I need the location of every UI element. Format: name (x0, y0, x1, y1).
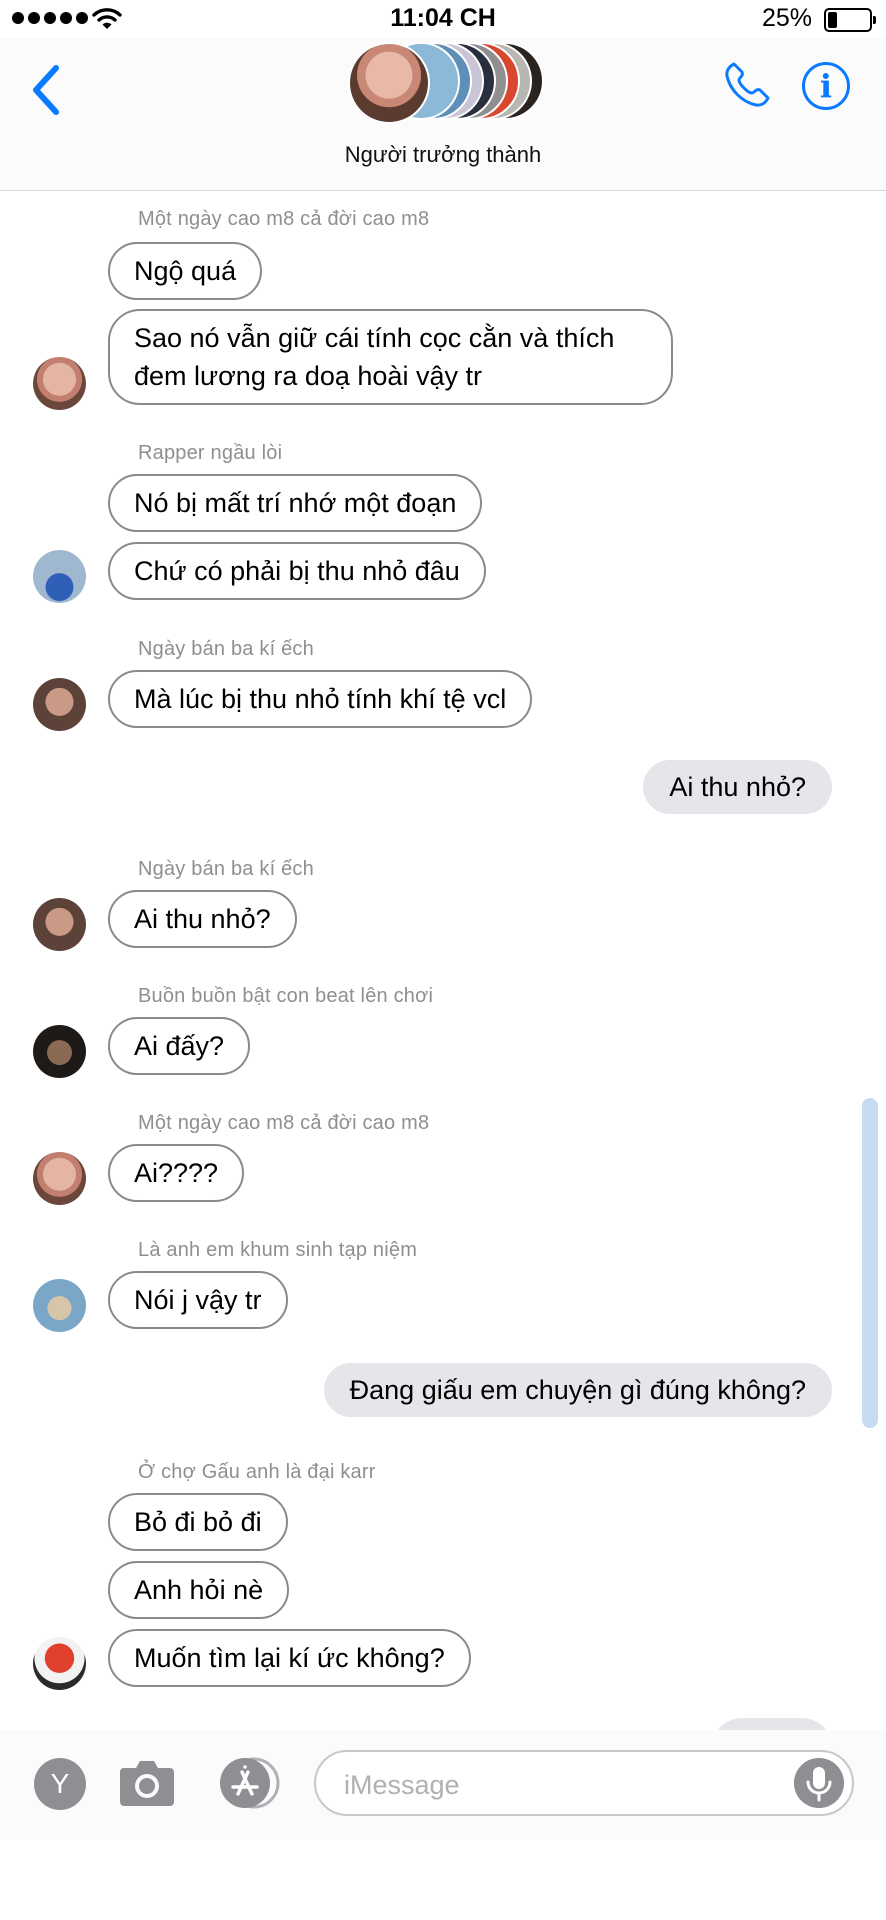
sender-name: Buồn buồn bật con beat lên chơi (138, 985, 434, 1007)
sender-name: Ngày bán ba kí ếch (138, 638, 314, 660)
status-time: 11:04 CH (390, 4, 496, 32)
avatar[interactable] (33, 898, 86, 951)
outgoing-message[interactable] (712, 1718, 832, 1730)
incoming-message[interactable]: Ai thu nhỏ? (108, 890, 297, 948)
status-bar: 11:04 CH 25% (0, 0, 886, 38)
app-store-icon[interactable] (214, 1756, 284, 1810)
incoming-message[interactable]: Muốn tìm lại kí ức không? (108, 1629, 471, 1687)
incoming-message[interactable]: Ngộ quá (108, 242, 263, 300)
conversation-header: Người trưởng thành i (0, 38, 886, 191)
outgoing-message[interactable]: Ai thu nhỏ? (643, 760, 832, 814)
message-input-container (314, 1750, 854, 1816)
group-name[interactable]: Người trưởng thành (0, 142, 886, 168)
info-icon[interactable]: i (802, 62, 850, 110)
camera-icon[interactable] (118, 1756, 176, 1808)
incoming-message[interactable]: Ai đấy? (108, 1017, 251, 1075)
avatar[interactable] (33, 1152, 86, 1205)
sender-name: Ngày bán ba kí ếch (138, 858, 314, 880)
sender-name: Một ngày cao m8 cả đời cao m8 (138, 208, 430, 230)
outgoing-message[interactable]: Đang giấu em chuyện gì đúng không? (323, 1363, 832, 1417)
incoming-message[interactable]: Sao nó vẫn giữ cái tính cọc cằn và thích… (108, 309, 673, 405)
avatar[interactable] (33, 357, 86, 410)
sender-name: Là anh em khum sinh tạp niệm (138, 1239, 418, 1261)
microphone-icon[interactable] (794, 1758, 844, 1808)
sender-name: Ở chợ Gấu anh là đại karr (138, 1461, 376, 1483)
incoming-message[interactable]: Anh hỏi nè (108, 1561, 290, 1619)
avatar[interactable] (33, 1637, 86, 1690)
phone-icon[interactable] (722, 60, 772, 110)
incoming-message[interactable]: Nói j vậy tr (108, 1271, 288, 1329)
battery-percentage: 25% (761, 4, 812, 32)
message-list[interactable]: Một ngày cao m8 cả đời cao m8 Ngộ quá Sa… (0, 190, 886, 1730)
group-avatar-stack[interactable] (348, 42, 548, 124)
incoming-message[interactable]: Bỏ đi bỏ đi (108, 1493, 288, 1551)
avatar[interactable] (33, 1279, 86, 1332)
avatar[interactable] (33, 550, 86, 603)
y-app-button[interactable]: Y (34, 1758, 86, 1810)
avatar[interactable] (33, 1025, 86, 1078)
sender-name: Một ngày cao m8 cả đời cao m8 (138, 1112, 430, 1134)
incoming-message[interactable]: Nó bị mất trí nhớ một đoạn (108, 474, 483, 532)
message-input[interactable] (342, 1764, 766, 1806)
avatar[interactable] (33, 678, 86, 731)
back-chevron-icon[interactable] (26, 60, 66, 120)
sender-name: Rapper ngầu lòi (138, 442, 283, 464)
incoming-message[interactable]: Mà lúc bị thu nhỏ tính khí tệ vcl (108, 670, 533, 728)
battery-icon (824, 8, 876, 32)
incoming-message[interactable]: Ai???? (108, 1144, 245, 1202)
avatar (348, 42, 430, 124)
incoming-message[interactable]: Chứ có phải bị thu nhỏ đâu (108, 542, 486, 600)
input-bar: Y (0, 1730, 886, 1840)
scrollbar[interactable] (862, 1098, 878, 1428)
